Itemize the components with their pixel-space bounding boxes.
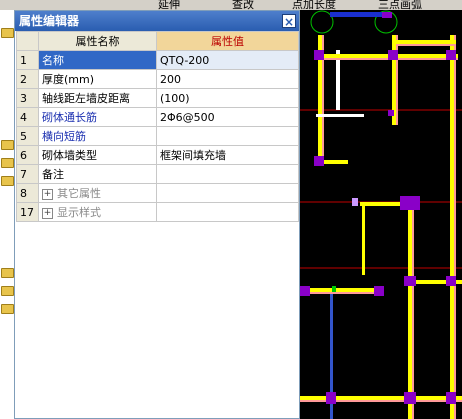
- row-number: 5: [16, 126, 39, 146]
- property-editor-panel: 属性编辑器 × 属性名称 属性值 1 名称 QTQ-200 2 厚度(mm) 2…: [14, 10, 300, 419]
- property-group-label: 显示样式: [57, 206, 101, 219]
- column-node: [374, 286, 384, 296]
- table-row[interactable]: 3 轴线距左墙皮距离 (100): [16, 88, 299, 108]
- property-name[interactable]: 砌体通长筋: [38, 107, 157, 127]
- wall-segment: [300, 396, 462, 400]
- row-number: 7: [16, 164, 39, 184]
- table-row[interactable]: 2 厚度(mm) 200: [16, 69, 299, 89]
- wall-segment: [300, 400, 462, 402]
- tree-strip: [0, 10, 14, 419]
- property-name[interactable]: 轴线距左墙皮距离: [38, 88, 157, 108]
- expand-icon[interactable]: +: [42, 207, 53, 219]
- wall-segment: [450, 35, 454, 419]
- folder-icon[interactable]: [1, 176, 14, 186]
- column-header-name[interactable]: 属性名称: [38, 31, 157, 51]
- property-group-label: 其它属性: [57, 187, 101, 200]
- close-button[interactable]: ×: [282, 14, 296, 29]
- property-value[interactable]: 200: [156, 69, 299, 89]
- column-node: [314, 50, 324, 60]
- property-name[interactable]: 砌体墙类型: [38, 145, 157, 165]
- drawing: [300, 10, 462, 419]
- column-node: [446, 276, 456, 286]
- property-name[interactable]: 备注: [38, 164, 157, 184]
- property-group-name[interactable]: + 其它属性: [38, 183, 157, 203]
- close-icon: ×: [283, 15, 295, 29]
- wall-segment: [396, 35, 398, 125]
- axis-bubble: [310, 10, 334, 34]
- table-row[interactable]: 7 备注: [16, 164, 299, 184]
- row-number: 6: [16, 145, 39, 165]
- row-number: 17: [16, 202, 39, 222]
- row-number-header: [16, 31, 39, 51]
- wall-segment: [408, 205, 412, 419]
- property-value[interactable]: QTQ-200: [156, 50, 299, 70]
- toolbar-item-check[interactable]: 查改: [232, 0, 254, 10]
- column-node: [404, 276, 416, 286]
- table-row-group[interactable]: 8 + 其它属性: [16, 183, 299, 203]
- wall-segment: [454, 35, 456, 419]
- folder-icon[interactable]: [1, 268, 14, 278]
- property-name[interactable]: 名称: [38, 50, 157, 70]
- property-value: [156, 202, 299, 222]
- property-value[interactable]: (100): [156, 88, 299, 108]
- folder-icon[interactable]: [1, 158, 14, 168]
- toolbar-item-three-point-arc[interactable]: 三点画弧: [378, 0, 422, 10]
- column-node: [400, 196, 420, 210]
- column-node: [446, 50, 456, 60]
- wall-segment: [300, 288, 380, 292]
- toolbar-strip: 延伸 查改 点加长度 三点画弧: [0, 0, 462, 10]
- wall-segment: [412, 205, 414, 419]
- wall-segment: [396, 44, 456, 46]
- property-grid: 属性名称 属性值 1 名称 QTQ-200 2 厚度(mm) 200 3 轴线距…: [16, 31, 299, 222]
- property-name[interactable]: 厚度(mm): [38, 69, 157, 89]
- column-node: [332, 286, 336, 292]
- table-row[interactable]: 5 横向短筋: [16, 126, 299, 146]
- property-value[interactable]: 框架间填充墙: [156, 145, 299, 165]
- row-number: 2: [16, 69, 39, 89]
- column-node: [314, 156, 324, 166]
- property-name[interactable]: 横向短筋: [38, 126, 157, 146]
- column-node: [404, 392, 416, 404]
- property-value[interactable]: [156, 164, 299, 184]
- row-number: 3: [16, 88, 39, 108]
- table-row[interactable]: 1 名称 QTQ-200: [16, 50, 299, 70]
- property-value[interactable]: [156, 126, 299, 146]
- wall-segment: [396, 40, 456, 44]
- wall-segment: [316, 114, 364, 117]
- table-row[interactable]: 4 砌体通长筋 2Φ6@500: [16, 107, 299, 127]
- row-number: 4: [16, 107, 39, 127]
- column-node: [388, 110, 394, 116]
- toolbar-item-add-length[interactable]: 点加长度: [292, 0, 336, 10]
- row-number: 1: [16, 50, 39, 70]
- panel-title: 属性编辑器: [19, 14, 80, 28]
- column-node: [326, 392, 336, 404]
- column-header-value[interactable]: 属性值: [156, 31, 299, 51]
- folder-icon[interactable]: [1, 286, 14, 296]
- folder-icon[interactable]: [1, 28, 14, 38]
- column-node: [446, 392, 456, 404]
- table-row[interactable]: 6 砌体墙类型 框架间填充墙: [16, 145, 299, 165]
- wall-segment: [300, 292, 380, 294]
- expand-icon[interactable]: +: [42, 188, 53, 200]
- grid-header: 属性名称 属性值: [16, 31, 299, 51]
- row-number: 8: [16, 183, 39, 203]
- toolbar-item-extend[interactable]: 延伸: [158, 0, 180, 10]
- table-row-group[interactable]: 17 + 显示样式: [16, 202, 299, 222]
- panel-title-bar[interactable]: 属性编辑器 ×: [15, 11, 299, 31]
- property-value[interactable]: 2Φ6@500: [156, 107, 299, 127]
- property-group-name[interactable]: + 显示样式: [38, 202, 157, 222]
- wall-segment: [330, 12, 390, 17]
- folder-icon[interactable]: [1, 304, 14, 314]
- column-node: [352, 198, 358, 206]
- wall-segment: [362, 205, 365, 275]
- folder-icon[interactable]: [1, 140, 14, 150]
- property-value: [156, 183, 299, 203]
- column-node: [382, 12, 392, 18]
- column-node: [300, 286, 310, 296]
- cad-canvas[interactable]: [300, 10, 462, 419]
- column-node: [388, 50, 398, 60]
